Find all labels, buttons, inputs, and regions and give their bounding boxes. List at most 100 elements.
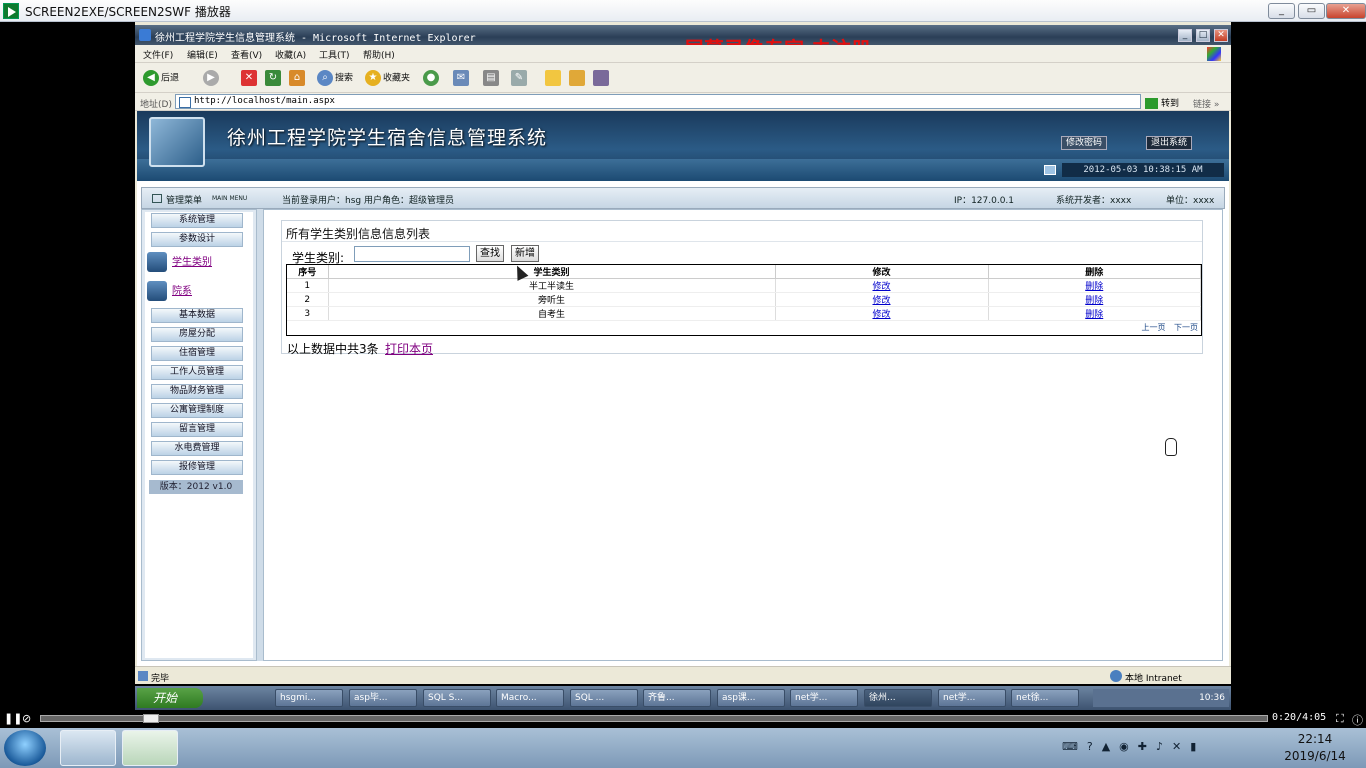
mail-button[interactable]: ✉ <box>453 70 471 86</box>
taskbar-item[interactable]: net学... <box>938 689 1006 707</box>
logout-button[interactable]: 退出系统 <box>1146 136 1193 150</box>
forward-button[interactable]: ▶ <box>203 70 221 86</box>
search-button[interactable]: ⌕ 搜索 <box>317 70 353 86</box>
sidebar-item-finance[interactable]: 物品财务管理 <box>151 384 243 399</box>
row-no: 1 <box>287 278 329 293</box>
ie-maximize-button[interactable]: □ <box>1196 29 1210 42</box>
win7-clock[interactable]: 22:14 2019/6/14 <box>1280 731 1350 765</box>
menu-tools[interactable]: 工具(T) <box>319 48 350 61</box>
taskbar-item[interactable]: SQL S... <box>423 689 491 707</box>
delete-link[interactable]: 删除 <box>1085 310 1103 320</box>
edit-link[interactable]: 修改 <box>872 282 890 292</box>
delete-link[interactable]: 删除 <box>1085 296 1103 306</box>
add-button[interactable]: 新增 <box>511 245 539 262</box>
taskbar-item[interactable]: net徐... <box>1011 689 1079 707</box>
change-password-button[interactable]: 修改密码 <box>1061 136 1108 150</box>
next-page-link[interactable]: 下一页 <box>1174 323 1198 332</box>
gear-icon <box>147 252 167 272</box>
book-icon <box>569 70 585 86</box>
win7-start-orb[interactable] <box>4 730 46 766</box>
menu-view[interactable]: 查看(V) <box>231 48 262 61</box>
menu-help[interactable]: 帮助(H) <box>363 48 395 61</box>
edit-button[interactable]: ✎ <box>511 70 529 86</box>
minimize-button[interactable]: _ <box>1268 3 1295 19</box>
discuss-button[interactable] <box>545 70 563 86</box>
messenger-button[interactable] <box>569 70 587 86</box>
print-page-link[interactable]: 打印本页 <box>385 340 433 357</box>
status-text: 完毕 <box>151 674 170 684</box>
stop-button[interactable]: ✕ <box>241 70 259 86</box>
taskbar-item[interactable]: 齐鲁... <box>643 689 711 707</box>
hand-cursor <box>1165 438 1177 456</box>
address-bar: 地址(D) http://localhost/main.aspx 转到 链接 » <box>135 93 1231 111</box>
player-taskbar-icon[interactable] <box>122 730 178 766</box>
col-header-edit: 修改 <box>775 265 989 279</box>
taskbar-item[interactable]: Macro... <box>496 689 564 707</box>
address-input[interactable]: http://localhost/main.aspx <box>175 94 1141 109</box>
sidebar-item-messages[interactable]: 留言管理 <box>151 422 243 437</box>
taskbar-item[interactable]: asp课... <box>717 689 785 707</box>
gear-icon <box>147 281 167 301</box>
media-icon: ● <box>423 70 439 86</box>
panel-title: 所有学生类别信息信息列表 <box>286 227 431 241</box>
go-button[interactable]: 转到 <box>1145 96 1179 109</box>
research-button[interactable] <box>593 70 611 86</box>
sidebar-link-department[interactable]: 院系 <box>147 281 192 303</box>
restore-button[interactable]: ▭ <box>1298 3 1325 19</box>
table-header-row: 序号 学生类别 修改 删除 <box>287 265 1201 279</box>
system-tray-icons[interactable]: ⌨?▲◉✚♪✕▮ <box>1062 740 1205 753</box>
row-category: 半工半读生 <box>328 278 776 293</box>
favorites-button[interactable]: ★ 收藏夹 <box>365 70 410 86</box>
explorer-taskbar-icon[interactable] <box>60 730 116 766</box>
home-button[interactable]: ⌂ <box>289 70 307 86</box>
sidebar-item-lodging[interactable]: 住宿管理 <box>151 346 243 361</box>
menu-edit[interactable]: 编辑(E) <box>187 48 218 61</box>
developer-info: 系统开发者：xxxx <box>1056 196 1132 206</box>
menu-file[interactable]: 文件(F) <box>143 48 173 61</box>
close-button[interactable]: ✕ <box>1326 3 1366 19</box>
sidebar-item-utilities[interactable]: 水电费管理 <box>151 441 243 456</box>
sidebar: 系统管理 参数设计 学生类别 院系 基本数据 房屋分配 住宿管理 工作人员管理 … <box>141 209 257 661</box>
taskbar-item[interactable]: hsgmi... <box>275 689 343 707</box>
sidebar-item-params[interactable]: 参数设计 <box>151 232 243 247</box>
edit-link[interactable]: 修改 <box>872 310 890 320</box>
current-user-info: 当前登录用户：hsg 用户角色：超级管理员 <box>282 196 454 206</box>
stop-icon[interactable]: ⊘ <box>22 712 31 725</box>
ie-close-button[interactable]: ✕ <box>1214 29 1228 42</box>
col-header-delete: 删除 <box>988 265 1201 279</box>
sidebar-link-student-category[interactable]: 学生类别 <box>147 252 212 274</box>
links-button[interactable]: 链接 » <box>1193 97 1219 110</box>
sidebar-item-system[interactable]: 系统管理 <box>151 213 243 228</box>
seek-track[interactable] <box>40 715 1268 722</box>
print-button[interactable]: ▤ <box>483 70 501 86</box>
taskbar-item[interactable]: SQL ... <box>570 689 638 707</box>
xp-start-button[interactable]: 开始 <box>137 688 203 708</box>
ie-minimize-button[interactable]: _ <box>1178 29 1192 42</box>
prev-page-link[interactable]: 上一页 <box>1141 323 1165 332</box>
taskbar-item-active[interactable]: 徐州... <box>864 689 932 707</box>
sidebar-item-repairs[interactable]: 报修管理 <box>151 460 243 475</box>
row-edit-cell: 修改 <box>775 292 989 307</box>
search-button[interactable]: 查找 <box>476 245 504 262</box>
info-icon[interactable]: ⓘ <box>1352 712 1363 728</box>
sidebar-link-label: 院系 <box>172 286 192 297</box>
fullscreen-icon[interactable]: ⛶ <box>1336 712 1344 726</box>
back-button[interactable]: ◀ 后退 <box>143 70 179 86</box>
taskbar-item[interactable]: asp毕... <box>349 689 417 707</box>
home-icon: ⌂ <box>289 70 305 86</box>
sidebar-item-basic-data[interactable]: 基本数据 <box>151 308 243 323</box>
delete-link[interactable]: 删除 <box>1085 282 1103 292</box>
media-button[interactable]: ● <box>423 70 441 86</box>
pause-icon[interactable]: ❚❚ <box>4 712 22 725</box>
edit-link[interactable]: 修改 <box>872 296 890 306</box>
category-filter-input[interactable] <box>354 246 470 262</box>
seek-handle[interactable] <box>143 714 159 723</box>
sidebar-item-rules[interactable]: 公寓管理制度 <box>151 403 243 418</box>
row-category: 旁听生 <box>328 292 776 307</box>
back-label: 后退 <box>161 73 180 84</box>
sidebar-item-staff[interactable]: 工作人员管理 <box>151 365 243 380</box>
refresh-button[interactable]: ↻ <box>265 70 283 86</box>
menu-favorites[interactable]: 收藏(A) <box>275 48 306 61</box>
taskbar-item[interactable]: net学... <box>790 689 858 707</box>
sidebar-item-room-allocation[interactable]: 房屋分配 <box>151 327 243 342</box>
